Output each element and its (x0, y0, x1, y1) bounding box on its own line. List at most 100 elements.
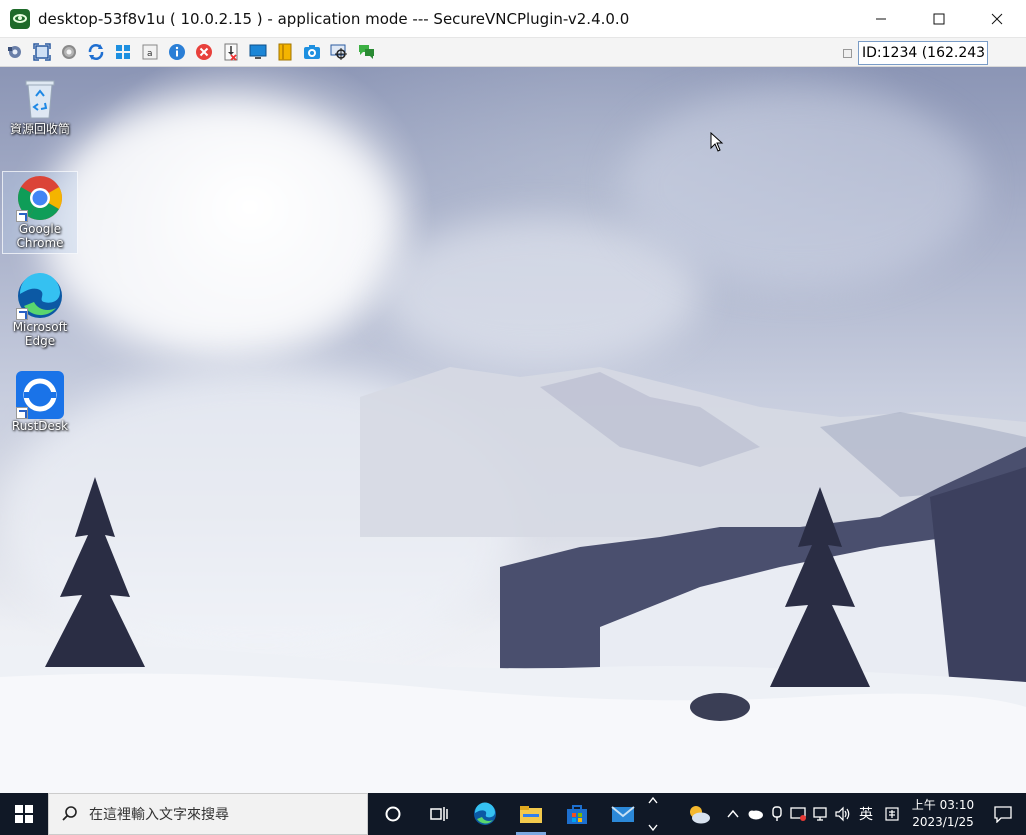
taskbar-mail[interactable] (600, 793, 646, 835)
close-button[interactable] (968, 0, 1026, 38)
send-keys-icon (8, 46, 21, 58)
input-method-indicator[interactable]: 英 (854, 793, 878, 835)
shortcut-arrow-icon (16, 407, 28, 419)
taskbar-clock[interactable]: 上午 03:10 2023/1/25 (906, 797, 980, 831)
vnc-toolbar: a ID:1234 (162.243 (0, 38, 1026, 67)
desktop-icon-label: Microsoft Edge (12, 320, 68, 348)
maximize-icon (933, 13, 945, 25)
toolbar-checkbox[interactable] (843, 48, 852, 58)
onedrive-tray[interactable] (744, 793, 766, 835)
windows-key-icon (116, 45, 130, 59)
search-icon (62, 806, 77, 821)
desktop-icon-google-chrome[interactable]: Google Chrome (2, 171, 78, 254)
ime-mode-tray[interactable] (878, 793, 906, 835)
screenshot-icon (304, 45, 320, 59)
file-transfer-button[interactable] (221, 42, 241, 62)
task-view-button[interactable] (416, 793, 462, 835)
taskbar-file-explorer[interactable] (508, 793, 554, 835)
chevron-up-icon (648, 796, 658, 804)
svg-text:a: a (147, 49, 153, 59)
viewonly-button[interactable] (329, 42, 349, 62)
screenshot-button[interactable] (302, 42, 322, 62)
info-button[interactable] (167, 42, 187, 62)
clock-time: 上午 03:10 (911, 798, 975, 812)
chat-icon (359, 45, 374, 59)
settings-button[interactable] (59, 42, 79, 62)
weather-cloudy-icon (690, 806, 710, 824)
taskbar-search-box[interactable]: 在這裡輸入文字來搜尋 (48, 793, 368, 835)
file-transfer-icon (224, 43, 238, 61)
toolbar-right: ID:1234 (162.243 (843, 41, 988, 65)
taskbar-scroll[interactable] (646, 793, 660, 835)
show-hidden-icons-button[interactable] (722, 793, 744, 835)
clock-date: 2023/1/25 (912, 815, 974, 829)
window-titlebar: desktop-53f8v1u ( 10.0.2.15 ) - applicat… (0, 0, 1026, 38)
start-button[interactable] (0, 793, 48, 835)
minimize-button[interactable] (852, 0, 910, 38)
desktop-icon-label: RustDesk (11, 419, 69, 433)
speaker-icon (835, 806, 850, 822)
notepad-button[interactable] (275, 42, 295, 62)
store-icon (567, 805, 587, 824)
task-view-icon (430, 807, 448, 821)
info-icon (169, 44, 185, 60)
webcam-tray[interactable] (766, 793, 788, 835)
monitor-icon (249, 44, 267, 59)
volume-tray[interactable] (832, 793, 854, 835)
maximize-button[interactable] (910, 0, 968, 38)
monitor-button[interactable] (248, 42, 268, 62)
desktop-icon-rustdesk[interactable]: RustDesk (2, 369, 78, 433)
text-chat-button[interactable]: a (140, 42, 160, 62)
chat-button[interactable] (356, 42, 376, 62)
window-controls (852, 0, 1026, 38)
webcam-icon (772, 806, 782, 821)
system-tray: 英 上午 03:10 2023/1/25 (676, 793, 1026, 835)
recycle-bin-icon (16, 74, 64, 122)
notification-center-button[interactable] (980, 793, 1026, 835)
file-explorer-icon (520, 806, 542, 823)
chevron-down-icon (648, 824, 658, 832)
remote-desktop[interactable]: 資源回收筒 Google Chrome Microsoft Edge RustD… (0, 67, 1026, 793)
viewonly-icon (330, 44, 347, 60)
cortana-button[interactable] (370, 793, 416, 835)
connection-id-field[interactable]: ID:1234 (162.243 (858, 41, 988, 65)
edge-icon (474, 802, 496, 825)
send-keys-button[interactable] (5, 42, 25, 62)
settings-icon (62, 45, 76, 59)
refresh-icon (88, 44, 104, 60)
taskbar-edge[interactable] (462, 793, 508, 835)
mail-icon (611, 806, 635, 822)
ime-mode-icon (885, 807, 899, 821)
search-placeholder: 在這裡輸入文字來搜尋 (89, 807, 229, 823)
vnc-app-icon (10, 8, 30, 29)
mountain-scenery (0, 367, 1026, 793)
desktop-icon-microsoft-edge[interactable]: Microsoft Edge (2, 270, 78, 348)
chrome-icon (16, 174, 64, 222)
refresh-button[interactable] (86, 42, 106, 62)
windows-key-button[interactable] (113, 42, 133, 62)
taskbar-store[interactable] (554, 793, 600, 835)
remote-session-icon (790, 807, 806, 821)
shortcut-arrow-icon (16, 210, 28, 222)
window-title: desktop-53f8v1u ( 10.0.2.15 ) - applicat… (38, 9, 630, 28)
close-connection-icon (196, 44, 212, 60)
rustdesk-icon (16, 371, 64, 419)
shortcut-arrow-icon (16, 308, 28, 320)
notification-icon (994, 806, 1012, 823)
cortana-circle-icon (385, 806, 401, 822)
text-chat-icon: a (142, 44, 158, 60)
desktop-icon-label: Google Chrome (16, 222, 64, 250)
chevron-up-icon (727, 809, 739, 818)
disconnect-button[interactable] (194, 42, 214, 62)
notepad-icon (278, 43, 292, 61)
fullscreen-button[interactable] (32, 42, 52, 62)
close-icon (991, 13, 1003, 25)
desktop-icon-recycle-bin[interactable]: 資源回收筒 (2, 72, 78, 136)
remote-tray[interactable] (788, 793, 810, 835)
minimize-icon (876, 18, 886, 20)
network-tray[interactable] (810, 793, 832, 835)
edge-icon (16, 272, 64, 320)
fullscreen-icon (33, 43, 51, 61)
weather-widget[interactable] (676, 793, 722, 835)
windows-logo-icon (15, 805, 33, 823)
